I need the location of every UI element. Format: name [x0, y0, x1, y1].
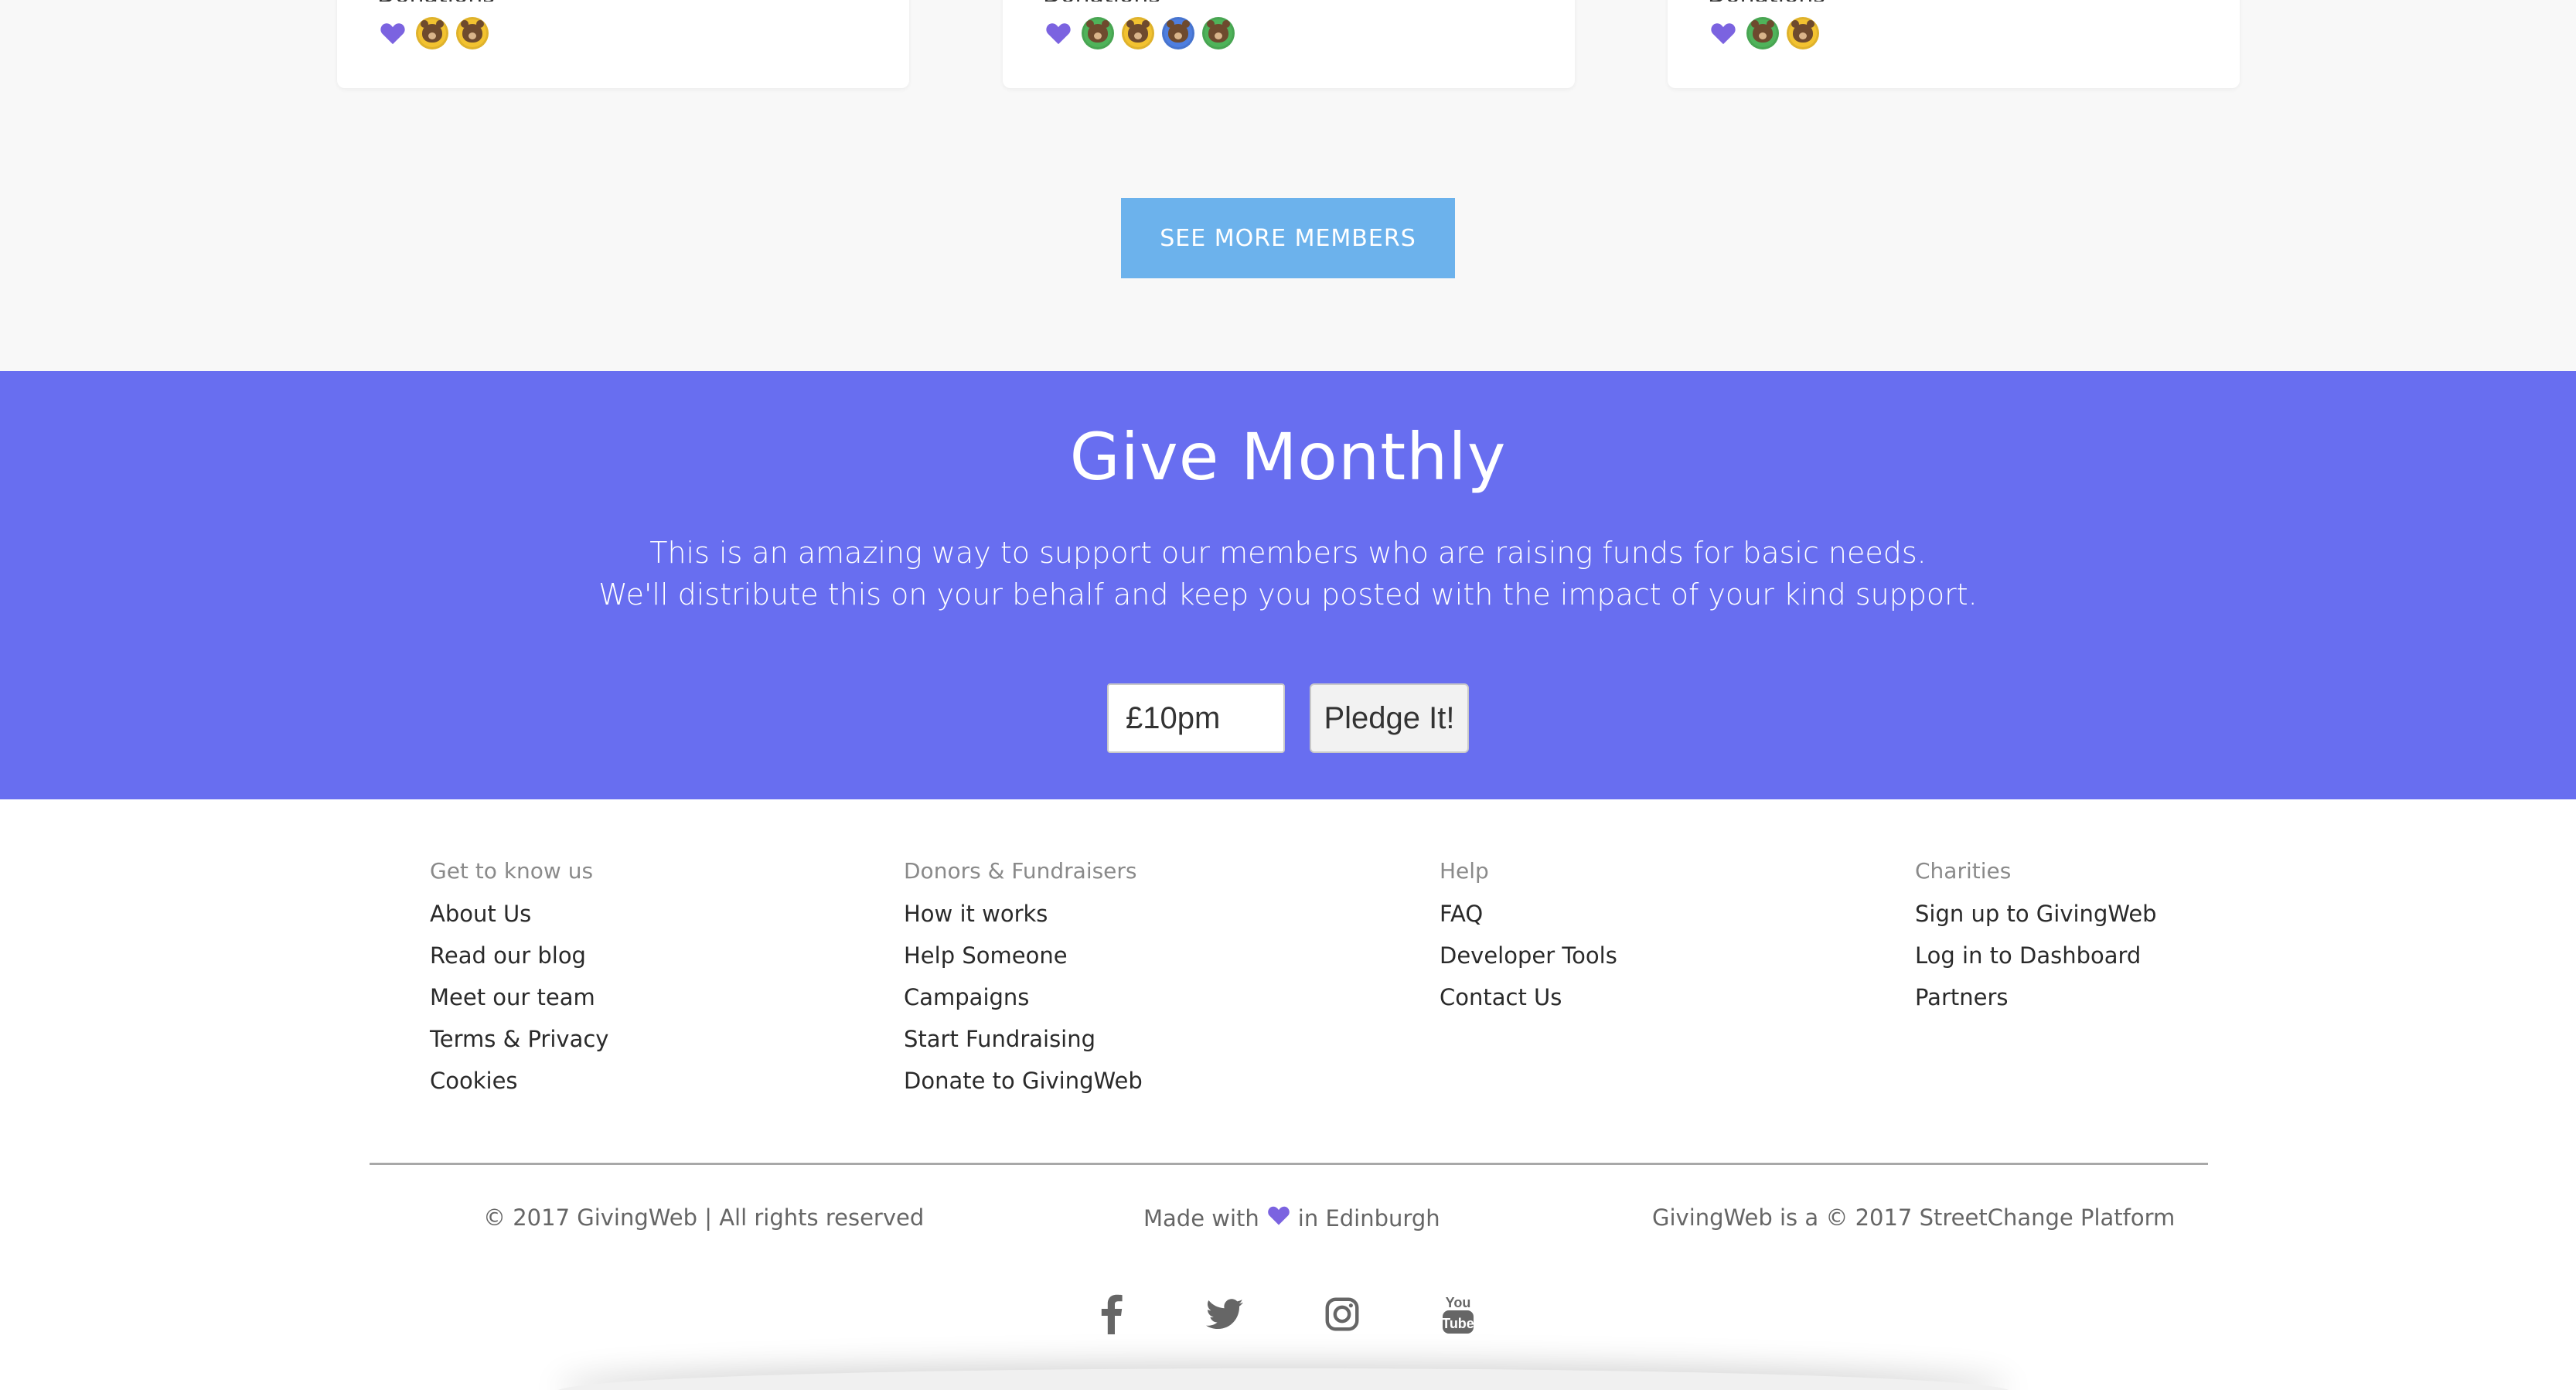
footer-heading: Donors & Fundraisers [904, 858, 1137, 884]
give-monthly-title: Give Monthly [1069, 419, 1507, 495]
footer-link-faq[interactable]: FAQ [1440, 900, 1617, 942]
member-card-label: Donations [1708, 0, 1825, 2]
footer-column-help: Help FAQ Developer Tools Contact Us [1440, 858, 1617, 1025]
member-card-label: Donations [1043, 0, 1160, 2]
footer: Get to know us About Us Read our blog Me… [0, 799, 2576, 1390]
youtube-icon[interactable]: You Tube [1435, 1291, 1481, 1337]
heart-icon [377, 18, 408, 49]
copyright-text: © 2017 GivingWeb | All rights reserved [483, 1204, 925, 1231]
footer-link-sign-up[interactable]: Sign up to GivingWeb [1915, 900, 2157, 942]
member-card-label: Donations [377, 0, 495, 2]
give-monthly-description: This is an amazing way to support our me… [0, 532, 2576, 615]
footer-link-campaigns[interactable]: Campaigns [904, 983, 1143, 1025]
platform-text: GivingWeb is a © 2017 StreetChange Platf… [1652, 1204, 2176, 1231]
members-section: Donations Donations Donations SEE MORE MEM… [0, 0, 2576, 371]
bear-badge-icon [1082, 17, 1114, 49]
heart-icon [1043, 18, 1074, 49]
made-with-prefix: Made with [1143, 1204, 1259, 1232]
member-card[interactable]: Donations [1668, 0, 2240, 88]
member-badges [1708, 17, 1819, 49]
footer-link-how-it-works[interactable]: How it works [904, 900, 1143, 942]
svg-text:You: You [1446, 1295, 1471, 1310]
svg-text:Tube: Tube [1442, 1316, 1474, 1331]
footer-link-help-someone[interactable]: Help Someone [904, 942, 1143, 983]
footer-link-start-fundraising[interactable]: Start Fundraising [904, 1025, 1143, 1067]
bear-badge-icon [456, 17, 489, 49]
give-monthly-section: Give Monthly This is an amazing way to s… [0, 371, 2576, 799]
footer-link-dashboard[interactable]: Log in to Dashboard [1915, 942, 2157, 983]
see-more-members-button[interactable]: SEE MORE MEMBERS [1121, 198, 1455, 278]
footer-link-partners[interactable]: Partners [1915, 983, 2157, 1025]
bear-badge-icon [1787, 17, 1819, 49]
footer-column-get-to-know-us: Get to know us About Us Read our blog Me… [430, 858, 608, 1109]
member-card[interactable]: Donations [337, 0, 909, 88]
footer-column-charities: Charities Sign up to GivingWeb Log in to… [1915, 858, 2157, 1025]
member-card[interactable]: Donations [1003, 0, 1575, 88]
heart-icon [1267, 1204, 1290, 1232]
footer-link-developer-tools[interactable]: Developer Tools [1440, 942, 1617, 983]
bear-badge-icon [1746, 17, 1779, 49]
instagram-icon[interactable] [1319, 1291, 1365, 1337]
footer-divider [370, 1163, 2208, 1165]
facebook-icon[interactable] [1089, 1291, 1135, 1337]
bear-badge-icon [1122, 17, 1154, 49]
pledge-it-button[interactable]: Pledge It! [1310, 683, 1469, 753]
bear-badge-icon [416, 17, 448, 49]
bear-badge-icon [1202, 17, 1235, 49]
footer-link-blog[interactable]: Read our blog [430, 942, 608, 983]
twitter-icon[interactable] [1201, 1291, 1248, 1337]
footer-heading: Charities [1915, 858, 2012, 884]
footer-heading: Get to know us [430, 858, 594, 884]
footer-heading: Help [1440, 858, 1489, 884]
pledge-amount-input[interactable] [1107, 683, 1285, 753]
footer-link-cookies[interactable]: Cookies [430, 1067, 608, 1109]
footer-link-donate[interactable]: Donate to GivingWeb [904, 1067, 1143, 1109]
give-monthly-line-2: We'll distribute this on your behalf and… [598, 577, 1978, 612]
made-with-text: Made with in Edinburgh [1143, 1204, 1440, 1232]
heart-icon [1708, 18, 1739, 49]
member-badges [1043, 17, 1235, 49]
footer-column-donors: Donors & Fundraisers How it works Help S… [904, 858, 1143, 1109]
made-with-suffix: in Edinburgh [1297, 1204, 1440, 1232]
bear-badge-icon [1162, 17, 1194, 49]
footer-link-about-us[interactable]: About Us [430, 900, 608, 942]
footer-link-team[interactable]: Meet our team [430, 983, 608, 1025]
footer-link-contact[interactable]: Contact Us [1440, 983, 1617, 1025]
give-monthly-line-1: This is an amazing way to support our me… [649, 536, 1927, 570]
footer-link-terms[interactable]: Terms & Privacy [430, 1025, 608, 1067]
member-badges [377, 17, 489, 49]
